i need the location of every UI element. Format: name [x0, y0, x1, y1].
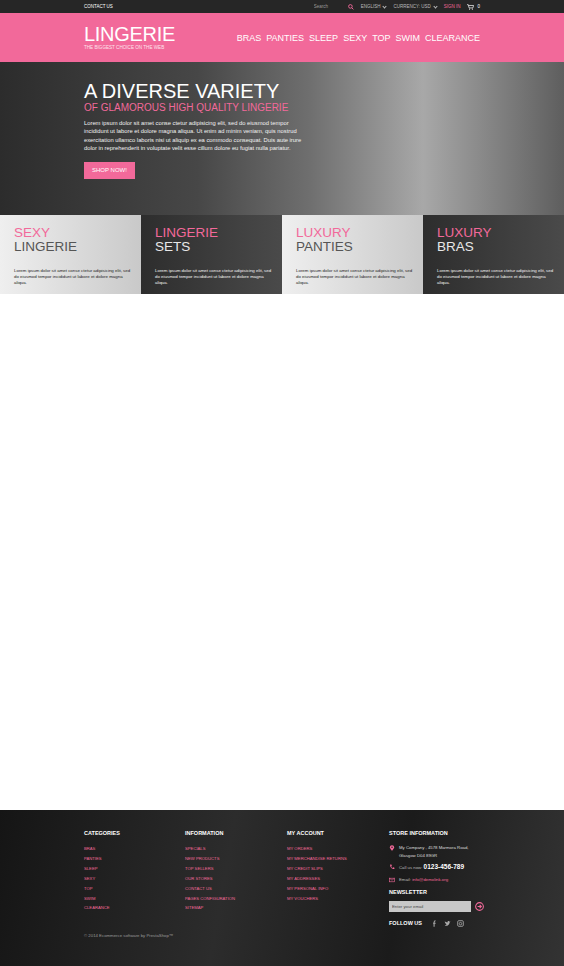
- newsletter-input[interactable]: [389, 901, 471, 912]
- banner-title: LUXURYPANTIES: [296, 226, 417, 254]
- footer-link[interactable]: SLEEP: [84, 864, 185, 874]
- nav-item[interactable]: TOP: [372, 32, 390, 44]
- footer-link[interactable]: OUR STORES: [185, 874, 287, 884]
- footer-link[interactable]: MY CREDIT SLIPS: [287, 864, 389, 874]
- main-nav: BRAS PANTIES SLEEP SEXY TOP SWIM CLEARANCE: [237, 32, 480, 44]
- store-email: Email: info@demolink.org: [389, 876, 484, 884]
- footer-link[interactable]: SEXY: [84, 874, 185, 884]
- follow-us: FOLLOW US: [389, 920, 484, 927]
- chevron-icon: [383, 4, 387, 8]
- mail-icon: [389, 877, 395, 883]
- footer-heading: INFORMATION: [185, 830, 287, 837]
- nav-item[interactable]: PANTIES: [266, 32, 304, 44]
- footer-link[interactable]: SITEMAP: [185, 903, 287, 913]
- footer-link[interactable]: SPECIALS: [185, 844, 287, 854]
- banner-title: SEXYLINGERIE: [14, 226, 135, 254]
- banner-text: Lorem ipsum dolor sit amet conse ctetur …: [296, 268, 417, 286]
- hero-banner: A DIVERSE VARIETYOF GLAMOROUS HIGH QUALI…: [0, 62, 564, 215]
- footer-link[interactable]: PANTIES: [84, 854, 185, 864]
- banner-title: LUXURYBRAS: [437, 226, 558, 254]
- footer-link[interactable]: BRAS: [84, 844, 185, 854]
- sign-in-link[interactable]: SIGN IN: [444, 4, 461, 9]
- banner-text: Lorem ipsum dolor sit amet conse ctetur …: [14, 268, 135, 286]
- facebook-icon[interactable]: [431, 920, 438, 927]
- hero-subtitle: OF GLAMOROUS HIGH QUALITY LINGERIE: [84, 102, 480, 114]
- twitter-icon[interactable]: [444, 920, 451, 927]
- nav-item[interactable]: SLEEP: [309, 32, 338, 44]
- header: LINGERIETHE BIGGEST CHOICE ON THE WEB BRA…: [0, 13, 564, 62]
- footer-link[interactable]: PAGES CONFIGURATION: [185, 894, 287, 904]
- footer-link[interactable]: SWIM: [84, 894, 185, 904]
- map-pin-icon: [389, 845, 395, 851]
- banner-title: LINGERIESETS: [155, 226, 276, 254]
- footer-link[interactable]: CONTACT US: [185, 884, 287, 894]
- footer-link[interactable]: MY PERSONAL INFO: [287, 884, 389, 894]
- top-bar: CONTACT US ENGLISH CURRENCY: USD SIGN IN 0: [0, 0, 564, 13]
- nav-item[interactable]: SEXY: [343, 32, 367, 44]
- nav-item[interactable]: SWIM: [395, 32, 420, 44]
- submit-arrow-icon[interactable]: [475, 902, 484, 911]
- instagram-icon[interactable]: [457, 920, 464, 927]
- footer-link[interactable]: MY MERCHANDISE RETURNS: [287, 854, 389, 864]
- category-banner[interactable]: LUXURYPANTIES Lorem ipsum dolor sit amet …: [282, 215, 423, 294]
- footer-link[interactable]: TOP: [84, 884, 185, 894]
- main-content: [0, 294, 564, 810]
- logo[interactable]: LINGERIETHE BIGGEST CHOICE ON THE WEB: [84, 24, 175, 51]
- footer: CATEGORIES BRASPANTIESSLEEPSEXYTOPSWIMCLE…: [0, 810, 564, 966]
- banner-text: Lorem ipsum dolor sit amet conse ctetur …: [437, 268, 558, 286]
- search-input[interactable]: [312, 3, 346, 10]
- category-banners: SEXYLINGERIE Lorem ipsum dolor sit amet c…: [0, 215, 564, 294]
- footer-link[interactable]: TOP SELLERS: [185, 864, 287, 874]
- footer-column: INFORMATION SPECIALSNEW PRODUCTSTOP SELLE…: [185, 830, 287, 927]
- footer-link[interactable]: MY ORDERS: [287, 844, 389, 854]
- cart-icon: [467, 4, 474, 10]
- currency-select[interactable]: CURRENCY: USD: [393, 4, 436, 9]
- footer-heading: MY ACCOUNT: [287, 830, 389, 837]
- phone-icon: [389, 864, 395, 870]
- footer-link[interactable]: MY VOUCHERS: [287, 894, 389, 904]
- cart[interactable]: 0: [467, 4, 480, 10]
- category-banner[interactable]: LUXURYBRAS Lorem ipsum dolor sit amet con…: [423, 215, 564, 294]
- footer-column: CATEGORIES BRASPANTIESSLEEPSEXYTOPSWIMCLE…: [84, 830, 185, 927]
- footer-heading: STORE INFORMATION: [389, 830, 484, 837]
- shop-now-button[interactable]: SHOP NOW!: [84, 162, 135, 179]
- footer-link[interactable]: CLEARANCE: [84, 903, 185, 913]
- footer-column: MY ACCOUNT MY ORDERSMY MERCHANDISE RETURN…: [287, 830, 389, 927]
- newsletter-form: [389, 901, 484, 912]
- nav-item[interactable]: CLEARANCE: [425, 32, 480, 44]
- hero-text: Lorem ipsum dolor sit amet conse ctetur …: [84, 119, 312, 153]
- category-banner[interactable]: LINGERIESETS Lorem ipsum dolor sit amet c…: [141, 215, 282, 294]
- nav-item[interactable]: BRAS: [237, 32, 262, 44]
- logo-text: LINGERIE: [84, 24, 175, 45]
- tagline: THE BIGGEST CHOICE ON THE WEB: [84, 45, 175, 51]
- hero-title: A DIVERSE VARIETY: [84, 80, 480, 102]
- newsletter-heading: NEWSLETTER: [389, 889, 484, 896]
- search-icon[interactable]: [348, 4, 354, 10]
- search-box: [312, 3, 354, 10]
- chevron-icon: [433, 4, 437, 8]
- store-address: My Company , 4578 Marmora Road, Glasgow …: [389, 844, 484, 859]
- category-banner[interactable]: SEXYLINGERIE Lorem ipsum dolor sit amet c…: [0, 215, 141, 294]
- store-phone: Call us now: 0123-456-789: [389, 863, 484, 872]
- contact-link[interactable]: CONTACT US: [84, 4, 113, 9]
- email-link[interactable]: info@demolink.org: [412, 877, 448, 882]
- language-select[interactable]: ENGLISH: [361, 4, 387, 9]
- footer-link[interactable]: MY ADDRESSES: [287, 874, 389, 884]
- copyright: © 2014 Ecommerce software by PrestaShop™: [84, 933, 480, 939]
- page: CONTACT US ENGLISH CURRENCY: USD SIGN IN 0 LI…: [0, 0, 564, 966]
- cart-count: 0: [477, 4, 480, 9]
- banner-text: Lorem ipsum dolor sit amet conse ctetur …: [155, 268, 276, 286]
- footer-link[interactable]: NEW PRODUCTS: [185, 854, 287, 864]
- footer-heading: CATEGORIES: [84, 830, 185, 837]
- store-information: STORE INFORMATION My Company , 4578 Marmo…: [389, 830, 484, 927]
